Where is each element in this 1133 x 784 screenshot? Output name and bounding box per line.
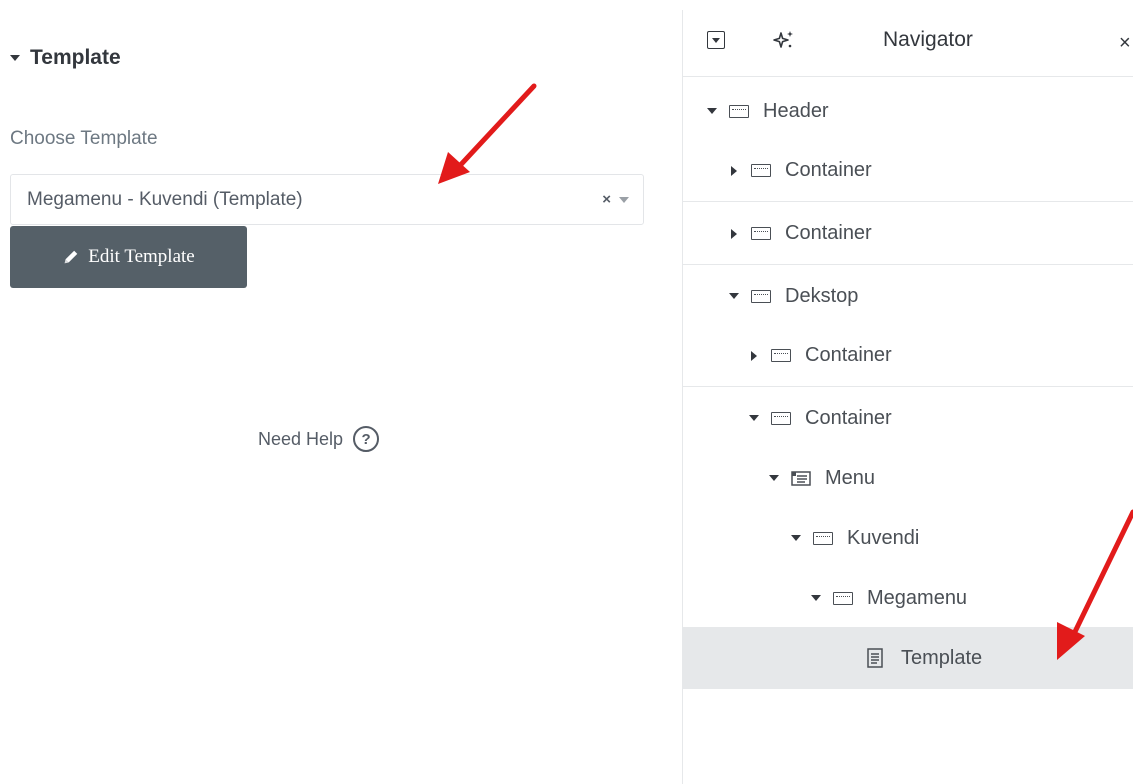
- nav-item-dekstop[interactable]: Dekstop: [683, 265, 1133, 327]
- nav-item-label: Dekstop: [785, 284, 859, 307]
- question-circle-icon: ?: [353, 426, 380, 452]
- container-icon: [771, 349, 791, 362]
- container-icon: [771, 411, 791, 425]
- caret-down-icon[interactable]: [729, 291, 739, 301]
- nav-item-label: Menu: [825, 466, 876, 489]
- menu-icon: [791, 470, 811, 486]
- nav-item-kuvendi[interactable]: Kuvendi: [683, 507, 1133, 569]
- nav-item-label: Header: [763, 99, 829, 122]
- container-icon: [813, 531, 833, 545]
- chevron-down-icon[interactable]: [619, 196, 629, 203]
- need-help-label: Need Help: [258, 428, 344, 449]
- nav-item-container[interactable]: Container: [683, 203, 1133, 265]
- close-icon[interactable]: ×: [1119, 32, 1131, 55]
- template-settings-panel: Template Choose Template Megamenu - Kuve…: [0, 0, 660, 784]
- nav-item-label: Container: [785, 159, 872, 181]
- nav-item-label: Container: [785, 222, 872, 244]
- container-icon: [751, 164, 771, 177]
- caret-down-icon[interactable]: [707, 106, 717, 116]
- caret-down-icon[interactable]: [749, 413, 759, 423]
- caret-right-icon[interactable]: [749, 350, 759, 361]
- template-icon: [867, 648, 883, 668]
- clear-selection-icon[interactable]: ×: [602, 191, 611, 208]
- container-icon: [729, 104, 749, 118]
- container-icon: [751, 227, 771, 240]
- nav-item-container[interactable]: Container: [683, 140, 1133, 202]
- navigator-panel: Navigator × Header Container Container D…: [682, 10, 1133, 784]
- caret-down-icon[interactable]: [769, 473, 779, 483]
- caret-down-icon[interactable]: [811, 593, 821, 603]
- nav-item-label: Kuvendi: [847, 526, 920, 549]
- template-select-value: Megamenu - Kuvendi (Template): [27, 188, 303, 210]
- navigator-header: Navigator ×: [683, 10, 1133, 77]
- caret-right-icon[interactable]: [729, 165, 739, 176]
- nav-item-label: Container: [805, 344, 892, 366]
- nav-item-menu[interactable]: Menu: [683, 447, 1133, 509]
- nav-item-template[interactable]: Template: [683, 627, 1133, 689]
- nav-item-header[interactable]: Header: [683, 80, 1133, 142]
- nav-item-label: Megamenu: [867, 586, 968, 609]
- nav-item-megamenu[interactable]: Megamenu: [683, 567, 1133, 629]
- caret-right-icon[interactable]: [729, 228, 739, 239]
- template-section-header[interactable]: Template: [10, 46, 121, 70]
- caret-down-icon[interactable]: [791, 533, 801, 543]
- sparkle-icon[interactable]: [773, 29, 795, 51]
- choose-template-label: Choose Template: [10, 128, 158, 149]
- collapse-all-icon[interactable]: [707, 31, 725, 49]
- container-icon: [751, 289, 771, 303]
- nav-item-label: Template: [901, 646, 983, 669]
- container-icon: [833, 591, 853, 605]
- section-title: Template: [30, 46, 121, 69]
- need-help-link[interactable]: Need Help ?: [258, 426, 380, 452]
- navigator-title: Navigator: [883, 28, 973, 51]
- edit-template-button[interactable]: Edit Template: [10, 226, 247, 288]
- pencil-icon: [64, 250, 78, 264]
- template-select[interactable]: Megamenu - Kuvendi (Template) ×: [10, 174, 644, 225]
- nav-item-container[interactable]: Container: [683, 387, 1133, 449]
- nav-item-label: Container: [805, 406, 892, 429]
- caret-down-icon: [10, 55, 20, 61]
- nav-item-container[interactable]: Container: [683, 325, 1133, 387]
- edit-template-label: Edit Template: [88, 246, 195, 267]
